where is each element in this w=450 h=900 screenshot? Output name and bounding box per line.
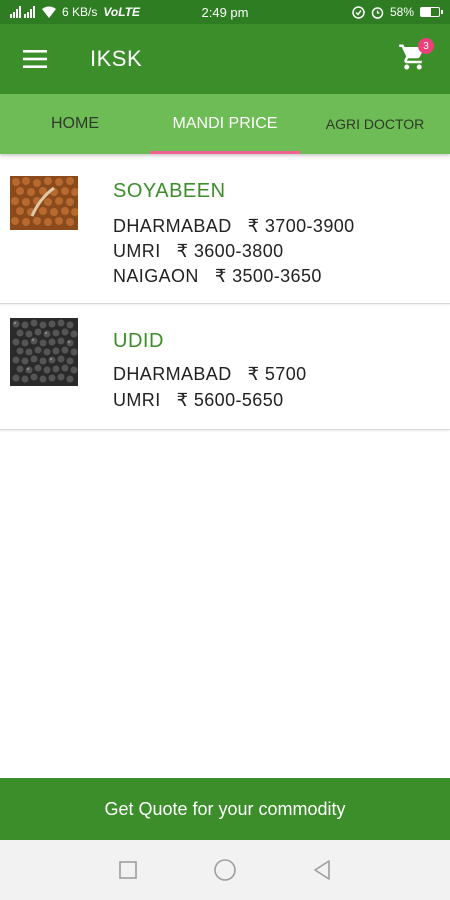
system-nav-bar [0, 840, 450, 900]
status-left: 6 KB/s VoLTE [10, 5, 140, 19]
status-bar: 6 KB/s VoLTE 2:49 pm 58% [0, 0, 450, 24]
tab-mandi-price[interactable]: MANDI PRICE [150, 94, 300, 154]
tab-agri-doctor[interactable]: AGRI DOCTOR [300, 94, 450, 154]
shopping-cart-icon[interactable]: 3 [398, 38, 434, 76]
crop-card-soyabeen[interactable]: SOYABEEN DHARMABAD ₹ 3700-3900 UMRI ₹ 3600… [0, 160, 450, 304]
price-row: DHARMABAD ₹ 3700-3900 [113, 216, 355, 237]
crop-name: SOYABEEN [113, 180, 226, 202]
alarm-icon [371, 6, 384, 19]
get-quote-button[interactable]: Get Quote for your commodity [0, 778, 450, 840]
recents-icon[interactable] [108, 850, 148, 890]
home-icon[interactable] [205, 850, 245, 890]
network-speed: 6 KB/s [62, 5, 98, 19]
market-name: DHARMABAD [113, 216, 232, 236]
wifi-icon [42, 6, 56, 18]
cart-count-badge: 3 [418, 38, 434, 54]
crop-card-udid[interactable]: UDID DHARMABAD ₹ 5700 UMRI ₹ 5600-5650 [0, 306, 450, 430]
price-value: ₹ 5700 [247, 364, 307, 384]
price-value: ₹ 3700-3900 [247, 216, 355, 236]
crop-name: UDID [113, 330, 164, 352]
hamburger-menu-icon[interactable] [0, 24, 70, 94]
price-row: UMRI ₹ 5600-5650 [113, 390, 284, 411]
market-name: UMRI [113, 390, 161, 410]
battery-percent: 58% [389, 5, 414, 19]
price-value: ₹ 5600-5650 [176, 390, 284, 410]
signal-icon [10, 6, 36, 18]
udid-seeds-image [10, 318, 78, 386]
back-icon[interactable] [302, 850, 342, 890]
market-name: DHARMABAD [113, 364, 232, 384]
sync-icon [352, 5, 365, 19]
battery-fill [421, 8, 432, 16]
battery-icon [420, 7, 443, 17]
volte-indicator: VoLTE [103, 5, 141, 19]
market-name: UMRI [113, 241, 161, 261]
status-right: 58% [352, 5, 443, 19]
market-name: NAIGAON [113, 266, 199, 286]
tab-home[interactable]: HOME [0, 94, 150, 154]
price-value: ₹ 3600-3800 [176, 241, 284, 261]
app-title: IKSK [90, 46, 143, 71]
price-row: UMRI ₹ 3600-3800 [113, 241, 284, 262]
price-row: DHARMABAD ₹ 5700 [113, 364, 307, 385]
price-value: ₹ 3500-3650 [214, 266, 322, 286]
soyabean-seeds-image [10, 176, 78, 230]
app-bar: IKSK 3 [0, 24, 450, 94]
tab-bar: HOME MANDI PRICE AGRI DOCTOR [0, 94, 450, 154]
price-row: NAIGAON ₹ 3500-3650 [113, 266, 322, 287]
